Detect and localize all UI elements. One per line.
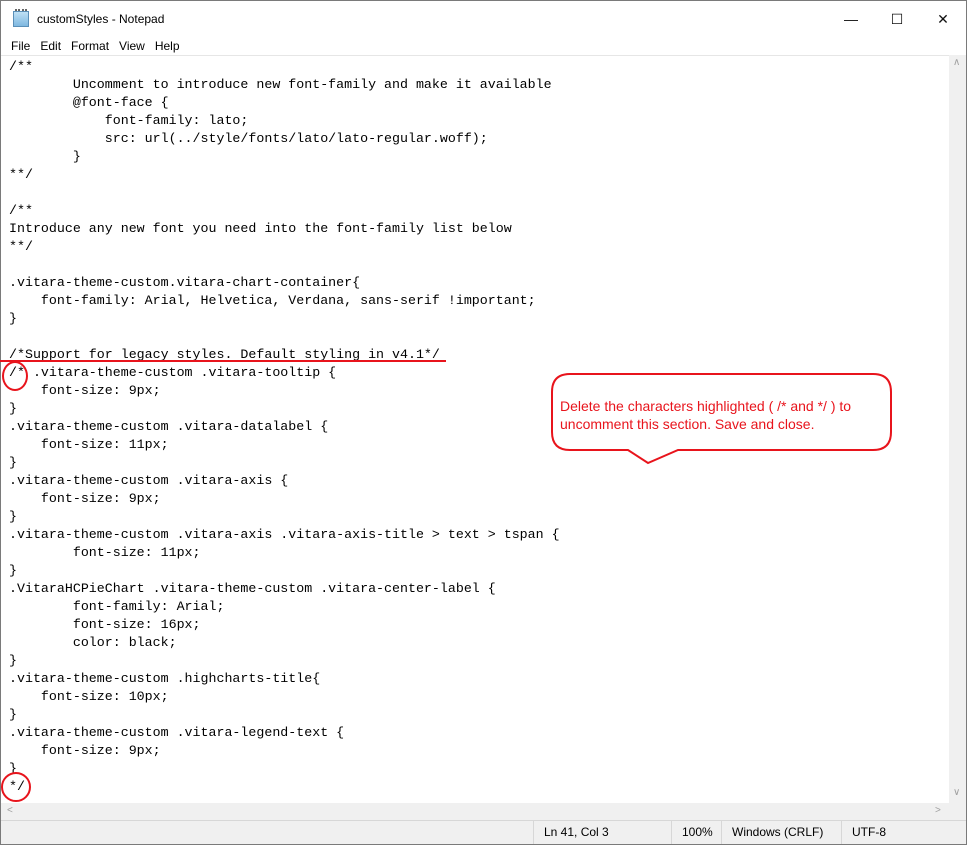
title-bar: customStyles - Notepad — ☐ ✕ xyxy=(1,1,966,37)
cursor-position: Ln 41, Col 3 xyxy=(533,821,673,844)
scroll-right-icon[interactable]: > xyxy=(935,805,941,816)
scroll-down-icon[interactable]: ∨ xyxy=(953,787,960,798)
vertical-scrollbar[interactable]: ∧ ∨ xyxy=(949,55,966,803)
scroll-up-icon[interactable]: ∧ xyxy=(953,57,960,68)
menu-format[interactable]: Format xyxy=(66,37,114,55)
encoding: UTF-8 xyxy=(841,821,941,844)
minimize-button[interactable]: — xyxy=(828,1,874,37)
scroll-corner xyxy=(949,803,966,820)
menu-bar: File Edit Format View Help xyxy=(1,37,185,55)
menu-view[interactable]: View xyxy=(114,37,150,55)
callout-text: Delete the characters highlighted ( /* a… xyxy=(560,398,852,432)
scroll-left-icon[interactable]: < xyxy=(7,805,13,816)
menu-edit[interactable]: Edit xyxy=(35,37,66,55)
notepad-icon xyxy=(13,9,29,27)
highlight-circle-close-comment xyxy=(1,772,31,802)
highlight-underline xyxy=(0,360,446,362)
status-bar: Ln 41, Col 3 100% Windows (CRLF) UTF-8 xyxy=(1,820,966,844)
menu-file[interactable]: File xyxy=(1,37,35,55)
line-ending: Windows (CRLF) xyxy=(721,821,841,844)
horizontal-scrollbar[interactable]: < > xyxy=(1,803,949,820)
editor-content[interactable]: /** Uncomment to introduce new font-fami… xyxy=(9,58,560,796)
maximize-button[interactable]: ☐ xyxy=(874,1,920,37)
close-button[interactable]: ✕ xyxy=(920,1,966,37)
menu-help[interactable]: Help xyxy=(150,37,185,55)
highlight-circle-open-comment xyxy=(2,361,28,391)
zoom-level: 100% xyxy=(671,821,721,844)
window-title: customStyles - Notepad xyxy=(37,12,165,26)
